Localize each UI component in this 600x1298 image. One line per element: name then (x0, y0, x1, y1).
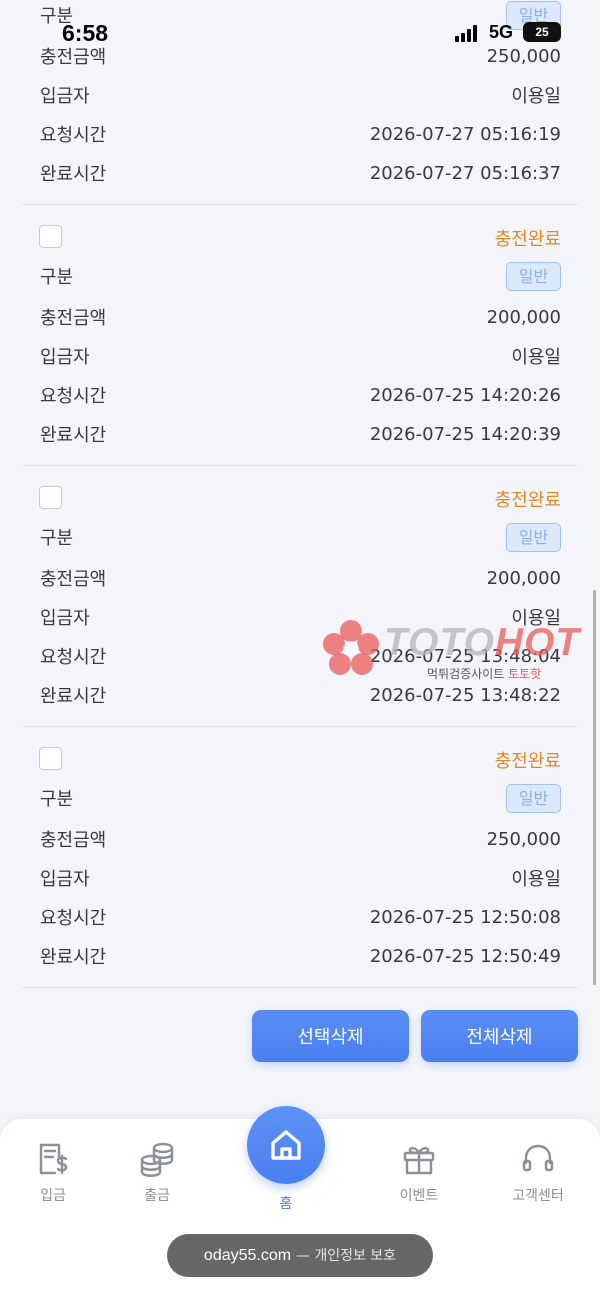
depositor-row: 입금자 이용일 (40, 80, 561, 110)
request-time-row: 요청시간 2026-07-25 14:20:26 (40, 380, 561, 410)
complete-time-label: 완료시간 (40, 686, 107, 707)
complete-time-value: 2026-07-25 13:48:22 (369, 684, 561, 706)
battery-level: 25 (535, 25, 549, 39)
record-checkbox[interactable] (39, 486, 62, 509)
cellular-signal-icon (455, 25, 481, 42)
depositor-value: 이용일 (511, 869, 561, 890)
category-label: 구분 (40, 267, 74, 288)
amount-value: 200,000 (486, 567, 561, 589)
request-time-label: 요청시간 (40, 908, 107, 929)
delete-selected-button[interactable]: 선택삭제 (252, 1010, 409, 1062)
amount-value: 250,000 (486, 828, 561, 850)
delete-all-button[interactable]: 전체삭제 (421, 1010, 578, 1062)
tab-home[interactable] (247, 1106, 325, 1184)
tab-deposit[interactable]: 입금 (13, 1139, 93, 1205)
amount-row: 충전금액 250,000 (40, 824, 561, 854)
deposit-record: 충전완료 구분 일반 충전금액 200,000 입금자 이용일 요청시간 202… (22, 205, 578, 466)
watermark: TOTOHOT 먹튀검증사이트 토토핫 (322, 615, 592, 685)
status-label: 충전완료 (494, 751, 561, 772)
complete-time-row: 완료시간 2026-07-25 12:50:49 (40, 941, 561, 971)
headset-icon (522, 1144, 554, 1172)
complete-time-row: 완료시간 2026-07-25 14:20:39 (40, 419, 561, 449)
watermark-sub-b: 토토핫 (508, 667, 542, 681)
status-time: 6:58 (62, 20, 109, 46)
watermark-logo-icon (323, 620, 379, 675)
amount-label: 충전금액 (40, 569, 107, 590)
amount-label: 충전금액 (40, 308, 107, 329)
watermark-brand-a: TOTO (384, 621, 495, 664)
request-time-value: 2026-07-25 14:20:26 (369, 384, 561, 406)
tab-home-label: 홈 (279, 1196, 293, 1212)
tab-deposit-label: 입금 (40, 1188, 66, 1204)
watermark-sub-a: 먹튀검증사이트 (427, 667, 505, 681)
depositor-row: 입금자 이용일 (40, 863, 561, 893)
depositor-label: 입금자 (40, 608, 90, 629)
status-label: 충전완료 (494, 490, 561, 511)
category-label: 구분 (40, 528, 74, 549)
deposit-icon (39, 1143, 68, 1175)
status-bar: 6:58 5G 25 (0, 0, 600, 64)
complete-time-label: 완료시간 (40, 947, 107, 968)
amount-row: 충전금액 200,000 (40, 302, 561, 332)
deposit-record: 충전완료 구분 일반 충전금액 200,000 입금자 이용일 요청시간 202… (22, 466, 578, 727)
battery-icon: 25 (523, 22, 561, 42)
depositor-value: 이용일 (511, 347, 561, 368)
depositor-row: 입금자 이용일 (40, 341, 561, 371)
complete-time-value: 2026-07-25 12:50:49 (369, 945, 561, 967)
network-type: 5G (489, 22, 514, 42)
status-label: 충전완료 (494, 229, 561, 250)
tab-event-label: 이벤트 (399, 1188, 439, 1204)
watermark-brand-b: HOT (494, 621, 581, 664)
coins-icon (140, 1142, 174, 1177)
browser-domain: oday55.com (203, 1247, 292, 1264)
request-time-label: 요청시간 (40, 125, 107, 146)
complete-time-value: 2026-07-25 14:20:39 (369, 423, 561, 445)
depositor-value: 이용일 (511, 86, 561, 107)
tab-withdraw[interactable]: 출금 (117, 1139, 197, 1205)
complete-time-label: 완료시간 (40, 425, 107, 446)
request-time-row: 요청시간 2026-07-25 12:50:08 (40, 902, 561, 932)
category-row: 구분 일반 (40, 522, 561, 552)
amount-row: 충전금액 200,000 (40, 563, 561, 593)
record-checkbox[interactable] (39, 747, 62, 770)
complete-time-row: 완료시간 2026-07-27 05:16:37 (40, 158, 561, 188)
category-badge: 일반 (506, 522, 561, 552)
browser-url-pill[interactable]: oday55.com — 개인정보 보호 (167, 1234, 433, 1277)
deposit-record: 충전완료 구분 일반 충전금액 250,000 입금자 이용일 요청시간 202… (22, 727, 578, 988)
request-time-value: 2026-07-25 12:50:08 (369, 906, 561, 928)
category-badge: 일반 (506, 261, 561, 291)
home-icon (271, 1130, 301, 1160)
depositor-label: 입금자 (40, 347, 90, 368)
tab-event[interactable]: 이벤트 (379, 1139, 459, 1205)
request-time-value: 2026-07-27 05:16:19 (369, 123, 561, 145)
category-row: 구분 일반 (40, 261, 561, 291)
gift-icon (403, 1147, 435, 1175)
tab-withdraw-label: 출금 (144, 1188, 170, 1204)
request-time-label: 요청시간 (40, 647, 107, 668)
request-time-row: 요청시간 2026-07-27 05:16:19 (40, 119, 561, 149)
complete-time-value: 2026-07-27 05:16:37 (369, 162, 561, 184)
depositor-label: 입금자 (40, 869, 90, 890)
tab-support-label: 고객센터 (512, 1188, 564, 1204)
amount-label: 충전금액 (40, 830, 107, 851)
category-badge: 일반 (506, 783, 561, 813)
scroll-indicator[interactable] (593, 590, 596, 985)
category-row: 구분 일반 (40, 783, 561, 813)
tab-support[interactable]: 고객센터 (498, 1139, 578, 1205)
browser-privacy-note: — 개인정보 보호 (295, 1248, 397, 1264)
category-label: 구분 (40, 789, 74, 810)
depositor-label: 입금자 (40, 86, 90, 107)
amount-value: 200,000 (486, 306, 561, 328)
request-time-label: 요청시간 (40, 386, 107, 407)
complete-time-label: 완료시간 (40, 164, 107, 185)
record-checkbox[interactable] (39, 225, 62, 248)
